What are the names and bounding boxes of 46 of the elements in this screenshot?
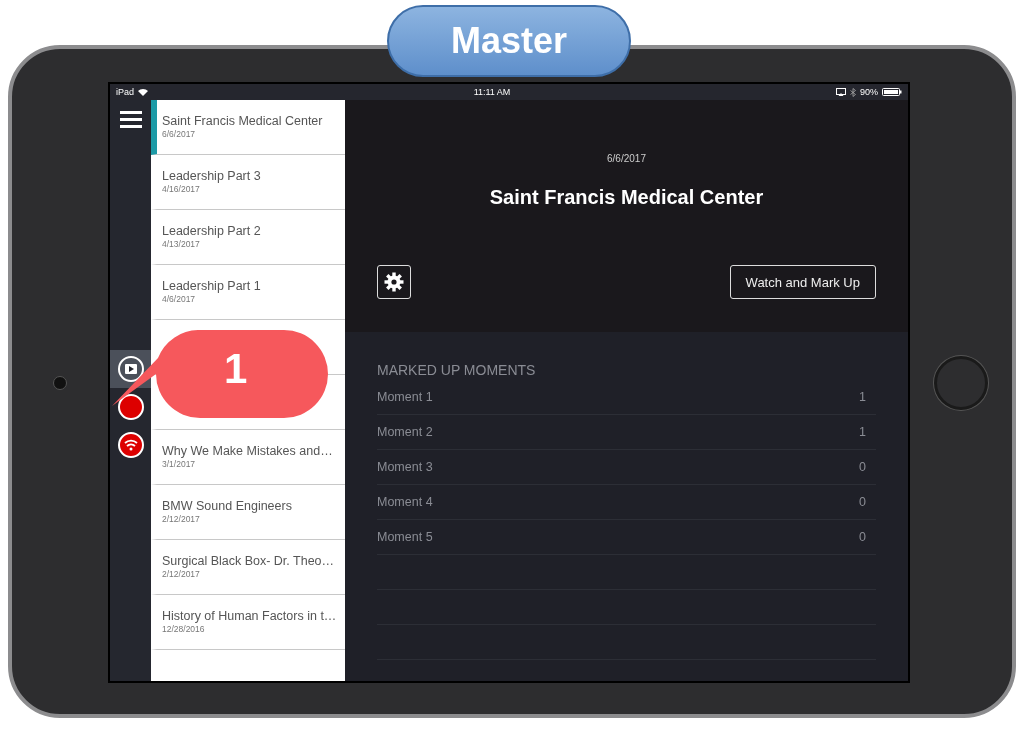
battery-percentage: 90% xyxy=(860,87,878,97)
session-title: Why We Make Mistakes and… xyxy=(162,444,334,458)
moment-count: 1 xyxy=(859,390,866,404)
moment-count: 0 xyxy=(859,460,866,474)
device-name: iPad xyxy=(116,87,134,97)
session-date: 4/6/2017 xyxy=(162,294,196,304)
session-title: Leadership Part 3 xyxy=(162,169,262,183)
session-title: Surgical Black Box- Dr. Theo… xyxy=(162,554,336,568)
session-date: 2/12/2017 xyxy=(162,514,200,524)
moment-name: Moment 4 xyxy=(377,495,433,509)
moment-name: Moment 1 xyxy=(377,390,433,404)
moment-name: Moment 2 xyxy=(377,425,433,439)
clock: 11:11 AM xyxy=(473,87,511,97)
session-title: Leadership Part 2 xyxy=(162,224,262,238)
wifi-icon xyxy=(138,88,148,96)
title-badge: Master xyxy=(387,5,631,77)
moment-count: 0 xyxy=(859,530,866,544)
moment-count: 1 xyxy=(859,425,866,439)
session-date: 6/6/2017 xyxy=(607,153,646,164)
session-date: 4/13/2017 xyxy=(162,239,200,249)
session-title: Saint Francis Medical Center xyxy=(489,186,764,209)
settings-button[interactable] xyxy=(377,265,411,299)
airplay-icon xyxy=(836,88,846,96)
settings-icon xyxy=(384,272,404,292)
moment-name: Moment 5 xyxy=(377,530,433,544)
record-icon xyxy=(116,393,145,421)
session-date: 4/16/2017 xyxy=(162,184,200,194)
session-date: 6/6/2017 xyxy=(162,129,196,139)
session-date: 2/12/2017 xyxy=(162,569,200,579)
session-title: History of Human Factors in t… xyxy=(162,609,338,623)
session-title: Saint Francis Medical Center xyxy=(162,114,324,128)
bluetooth-icon xyxy=(850,87,856,97)
session-title: Leadership Part 1 xyxy=(162,279,262,293)
moment-name: Moment 3 xyxy=(377,460,433,474)
wifi-icon xyxy=(116,431,145,459)
callout-number: 1 xyxy=(224,348,248,390)
session-date: 3/1/2017 xyxy=(162,459,196,469)
menu-icon xyxy=(119,111,142,129)
watch-button[interactable]: Watch and Mark Up xyxy=(729,265,876,299)
moment-count: 0 xyxy=(859,495,866,509)
session-title: BMW Sound Engineers xyxy=(162,499,293,513)
session-date: 12/28/2016 xyxy=(162,624,205,634)
camera-dot xyxy=(53,375,67,390)
section-heading: MARKED UP MOMENTS xyxy=(377,362,536,378)
play-icon xyxy=(116,355,145,383)
battery-icon xyxy=(882,88,902,96)
